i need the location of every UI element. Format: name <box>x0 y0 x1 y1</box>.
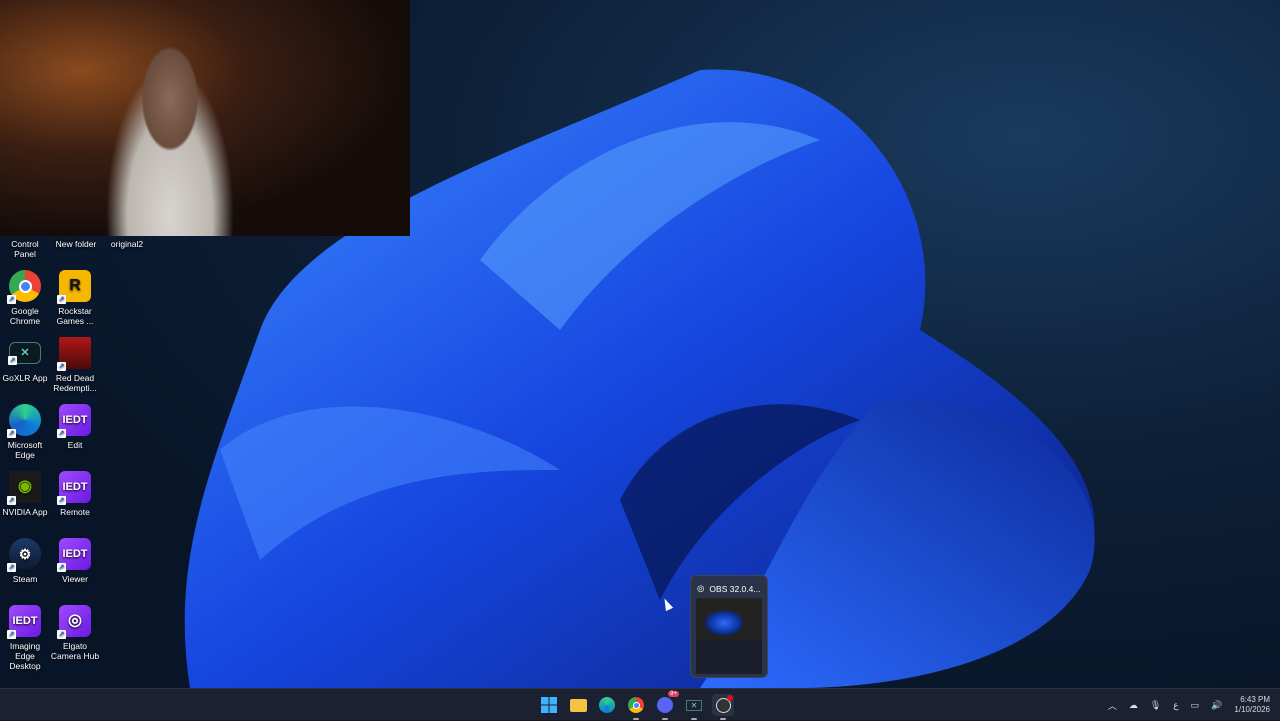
microphone-icon[interactable]: 🎙 <box>1150 700 1161 711</box>
desktop-icon-rockstar[interactable]: R ↗ Rockstar Games ... <box>50 270 100 337</box>
iedt-icon: IEDT ↗ <box>7 605 41 639</box>
webcam-overlay <box>0 0 410 236</box>
steam-icon: ⚙ ↗ <box>7 538 41 572</box>
discord-badge: 9+ <box>668 691 679 697</box>
desktop-icon-viewer[interactable]: IEDT ↗ Viewer <box>50 538 100 605</box>
volume-icon[interactable]: 🔊 <box>1211 700 1222 711</box>
preview-title: OBS 32.0.4... <box>709 583 761 594</box>
desktop-icon-goxlr[interactable]: ✕ ↗ GoXLR App <box>0 337 50 404</box>
taskbar-goxlr[interactable]: ✕ <box>683 694 705 720</box>
desktop-top-labels: Control Panel New folder original2 <box>0 239 152 259</box>
network-icon[interactable]: ▭ <box>1191 700 1200 711</box>
desktop-icon-nvidia[interactable]: ◉ ↗ NVIDIA App <box>0 471 50 538</box>
taskbar-discord[interactable]: 9+ <box>654 691 679 720</box>
taskbar-chrome[interactable] <box>625 694 647 720</box>
clock[interactable]: 6:43 PM 1/10/2026 <box>1234 695 1270 715</box>
start-button[interactable] <box>538 694 560 716</box>
chrome-icon <box>628 697 644 713</box>
desktop-icon-imaging-edge[interactable]: IEDT ↗ Imaging Edge Desktop <box>0 605 50 672</box>
obs-taskbar-preview[interactable]: ◎ OBS 32.0.4... <box>690 575 768 678</box>
desktop-icon-chrome[interactable]: ↗ Google Chrome <box>0 270 50 337</box>
discord-icon <box>657 697 673 713</box>
clock-time: 6:43 PM <box>1240 695 1270 704</box>
desktop-icon-grid: ↗ Google Chrome R ↗ Rockstar Games ... ✕ ↗ Go… <box>0 270 100 672</box>
desktop-icon-elgato[interactable]: ◎ ↗ Elgato Camera Hub <box>50 605 100 672</box>
edge-icon <box>599 697 615 713</box>
input-language-indicator[interactable]: ع <box>1173 700 1178 711</box>
desktop-item-control-panel[interactable]: Control Panel <box>0 239 50 259</box>
rockstar-icon: R ↗ <box>57 270 91 304</box>
nvidia-icon: ◉ ↗ <box>7 471 41 505</box>
show-hidden-icons-chevron-icon[interactable]: ︿ <box>1108 699 1117 712</box>
chrome-icon: ↗ <box>7 270 41 304</box>
goxlr-icon: ✕ ↗ <box>8 342 41 365</box>
edge-icon: ↗ <box>7 404 41 438</box>
taskbar: 9+ ✕ ︿ ☁ 🎙 ع ▭ 🔊 6:43 PM 1/10/2026 <box>0 688 1280 720</box>
desktop-icon-red-dead[interactable]: ↗ Red Dead Redempti... <box>50 337 100 404</box>
desktop-icon-edit[interactable]: IEDT ↗ Edit <box>50 404 100 471</box>
desktop-item-new-folder[interactable]: New folder <box>50 239 102 259</box>
taskbar-edge[interactable] <box>596 694 618 716</box>
elgato-icon: ◎ ↗ <box>57 605 91 639</box>
iedt-icon: IEDT ↗ <box>57 404 91 438</box>
goxlr-icon: ✕ <box>686 699 702 711</box>
windows-logo-icon <box>541 697 557 713</box>
red-dead-icon: ↗ <box>57 337 91 371</box>
desktop-icon-edge[interactable]: ↗ Microsoft Edge <box>0 404 50 471</box>
onedrive-cloud-icon[interactable]: ☁ <box>1129 700 1138 711</box>
desktop-item-original2[interactable]: original2 <box>102 239 152 259</box>
taskbar-obs[interactable] <box>712 694 734 720</box>
taskbar-file-explorer[interactable] <box>567 694 589 716</box>
obs-icon: ◎ <box>697 583 705 593</box>
folder-icon <box>569 698 587 712</box>
preview-thumbnail[interactable] <box>696 598 762 674</box>
iedt-icon: IEDT ↗ <box>57 538 91 572</box>
streamer-figure <box>95 40 245 236</box>
desktop-icon-steam[interactable]: ⚙ ↗ Steam <box>0 538 50 605</box>
desktop-icon-remote[interactable]: IEDT ↗ Remote <box>50 471 100 538</box>
iedt-icon: IEDT ↗ <box>57 471 91 505</box>
clock-date: 1/10/2026 <box>1234 705 1270 714</box>
system-tray: ︿ ☁ 🎙 ع ▭ 🔊 6:43 PM 1/10/2026 <box>1108 689 1270 721</box>
